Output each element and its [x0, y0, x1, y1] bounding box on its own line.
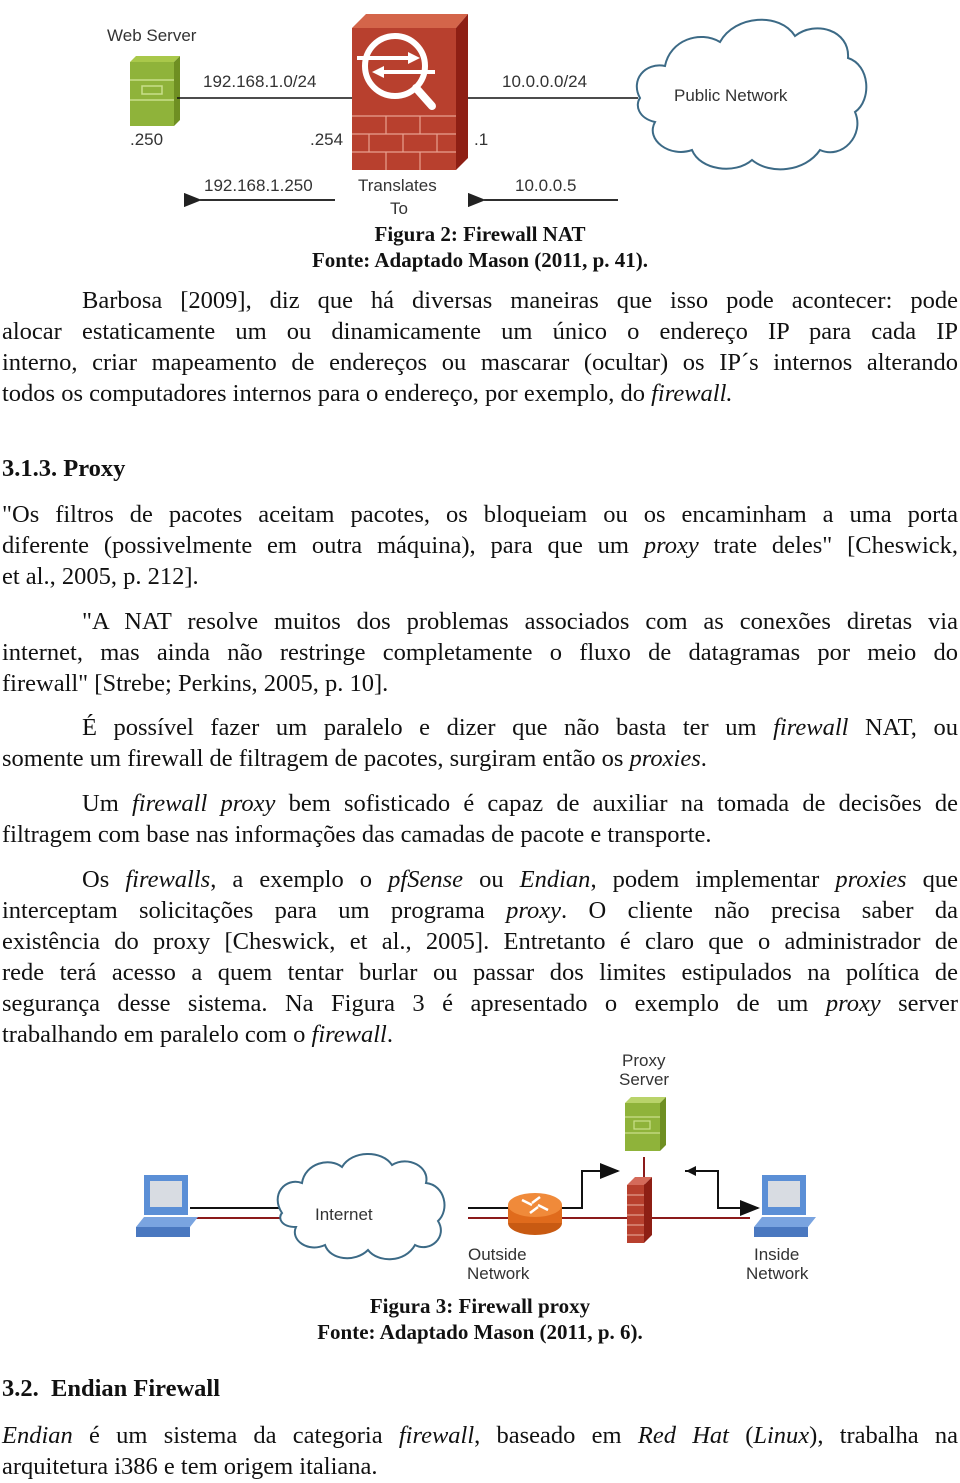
figure-2-nat-diagram: Web Server 192.168.1.0/24 10.0.0.0/24 Pu… — [90, 0, 870, 222]
text-span: é um sistema da categoria — [72, 1422, 399, 1449]
text-span: Um — [82, 790, 132, 817]
emphasis: pfSense — [388, 866, 463, 893]
wan-subnet-label: 10.0.0.0/24 — [502, 72, 588, 91]
text-span: trabalhando em paralelo com o — [2, 1021, 312, 1048]
text-span: É possível fazer um paralelo e dizer que… — [82, 714, 774, 741]
paragraph-line: internet, mas ainda não restringe comple… — [2, 639, 958, 666]
text-span: ou — [462, 866, 520, 893]
text-span: , a exemplo o — [210, 866, 389, 893]
inside-label: Inside — [754, 1245, 800, 1264]
outside-label: Outside — [468, 1245, 527, 1264]
outside-to-proxy-arrow — [560, 1163, 620, 1209]
external-computer-icon — [136, 1175, 198, 1237]
text-span: Os — [82, 866, 126, 893]
translates-label: Translates — [358, 176, 437, 195]
figure-2-caption: Figura 2: Firewall NAT — [374, 222, 586, 246]
firewall-inside-host-label: .254 — [310, 130, 344, 149]
paragraph-line: et al., 2005, p. 212]. — [2, 563, 199, 590]
paragraph-line: "A NAT resolve muitos dos problemas asso… — [82, 608, 958, 635]
proxy-to-inside-arrow — [685, 1170, 760, 1216]
text-span: . — [700, 745, 707, 772]
figure-3-source: Fonte: Adaptado Mason (2011, p. 6). — [317, 1320, 643, 1344]
text-span: NAT, ou — [848, 714, 958, 741]
emphasis: proxy — [506, 897, 562, 924]
firewall-wall-icon — [627, 1177, 652, 1243]
inside-ip-label: 192.168.1.250 — [204, 176, 313, 195]
emphasis: Linux — [753, 1422, 810, 1449]
text-span: . — [386, 1021, 393, 1048]
translates-to-label: To — [390, 199, 408, 218]
paragraph-line: Um firewall proxy bem sofisticado é capa… — [2, 788, 958, 819]
emphasis: firewall — [311, 1021, 387, 1048]
section-heading-proxy: 3.1.3. Proxy — [2, 455, 126, 482]
internet-label: Internet — [315, 1205, 373, 1224]
outside-network-label: Network — [467, 1264, 530, 1283]
paragraph-line: firewall" [Strebe; Perkins, 2005, p. 10]… — [2, 670, 389, 697]
web-server-label: Web Server — [107, 26, 197, 45]
paragraph-line: É possível fazer um paralelo e dizer que… — [2, 712, 958, 743]
emphasis: firewall proxy — [131, 790, 276, 817]
paragraph-line: interceptam solicitações para um program… — [2, 895, 958, 926]
text-span: ), trabalha na — [809, 1422, 958, 1449]
paragraph-line: diferente (possivelmente em outra máquin… — [2, 530, 958, 561]
emphasis: proxy — [825, 990, 881, 1017]
text-span: interceptam solicitações para um program… — [2, 897, 507, 924]
text-span: segurança desse sistema. Na Figura 3 é a… — [2, 990, 826, 1017]
router-icon — [508, 1193, 562, 1235]
paragraph-line: segurança desse sistema. Na Figura 3 é a… — [2, 988, 958, 1019]
figure-3-proxy-diagram: Proxy Server Internet Outside Network In… — [130, 1045, 830, 1295]
emphasis: firewalls — [125, 866, 211, 893]
paragraph-line: alocar estaticamente um ou dinamicamente… — [2, 318, 958, 345]
text-span: . O cliente não precisa saber da — [561, 897, 958, 924]
public-network-label: Public Network — [674, 86, 788, 105]
paragraph-line: Barbosa [2009], diz que há diversas mane… — [82, 287, 958, 314]
emphasis: Endian — [2, 1422, 73, 1449]
text-span: bem sofisticado é capaz de auxiliar na t… — [275, 790, 959, 817]
inside-network-label: Network — [746, 1264, 809, 1283]
internal-computer-icon — [754, 1175, 816, 1237]
paragraph-line: todos os computadores internos para o en… — [2, 378, 958, 409]
server-host-label: .250 — [130, 130, 164, 149]
text-span: ( — [728, 1422, 754, 1449]
text-span: , baseado em — [474, 1422, 638, 1449]
text-span: , podem implementar — [590, 866, 836, 893]
emphasis: firewall — [398, 1422, 475, 1449]
text-span: server — [880, 990, 958, 1017]
paragraph-line: rede terá acesso a quem tentar burlar ou… — [2, 959, 958, 986]
emphasis: Red Hat — [637, 1422, 729, 1449]
paragraph-line: somente um firewall de filtragem de paco… — [2, 743, 958, 774]
emphasis: Endian — [519, 866, 591, 893]
outside-ip-label: 10.0.0.5 — [515, 176, 577, 195]
paragraph-line: existência do proxy [Cheswick, et al., 2… — [2, 928, 958, 955]
figure-3-caption: Figura 3: Firewall proxy — [369, 1294, 591, 1318]
section-heading-endian: 3.2. Endian Firewall — [2, 1375, 221, 1402]
paragraph-line: interno, criar mapeamento de endereços o… — [2, 349, 958, 376]
emphasis: firewall. — [651, 380, 733, 407]
lan-subnet-label: 192.168.1.0/24 — [203, 72, 317, 91]
text-span: somente um firewall de filtragem de paco… — [2, 745, 630, 772]
firewall-outside-host-label: .1 — [474, 130, 489, 149]
text-span: diferente (possivelmente em outra máquin… — [2, 532, 644, 559]
proxy-server-icon — [625, 1097, 666, 1151]
proxy-label: Proxy — [622, 1051, 666, 1070]
emphasis: proxy — [643, 532, 699, 559]
emphasis: firewall — [773, 714, 849, 741]
paragraph-line: arquitetura i386 e tem origem italiana. — [2, 1453, 378, 1480]
paragraph-line: "Os filtros de pacotes aceitam pacotes, … — [2, 501, 958, 528]
web-server-icon — [130, 56, 180, 126]
emphasis: proxies — [629, 745, 701, 772]
paragraph-line: filtragem com base nas informações das c… — [2, 821, 712, 848]
paragraph-line: Endian é um sistema da categoria firewal… — [2, 1420, 958, 1451]
paragraph-line: Os firewalls, a exemplo o pfSense ou End… — [2, 864, 958, 895]
text-span: todos os computadores internos para o en… — [2, 380, 652, 407]
proxy-server-label: Server — [619, 1070, 670, 1089]
text-span: que — [906, 866, 959, 893]
figure-2-source: Fonte: Adaptado Mason (2011, p. 41). — [311, 248, 649, 272]
emphasis: proxies — [835, 866, 907, 893]
firewall-nat-icon — [352, 14, 468, 170]
text-span: trate deles" [Cheswick, — [698, 532, 958, 559]
